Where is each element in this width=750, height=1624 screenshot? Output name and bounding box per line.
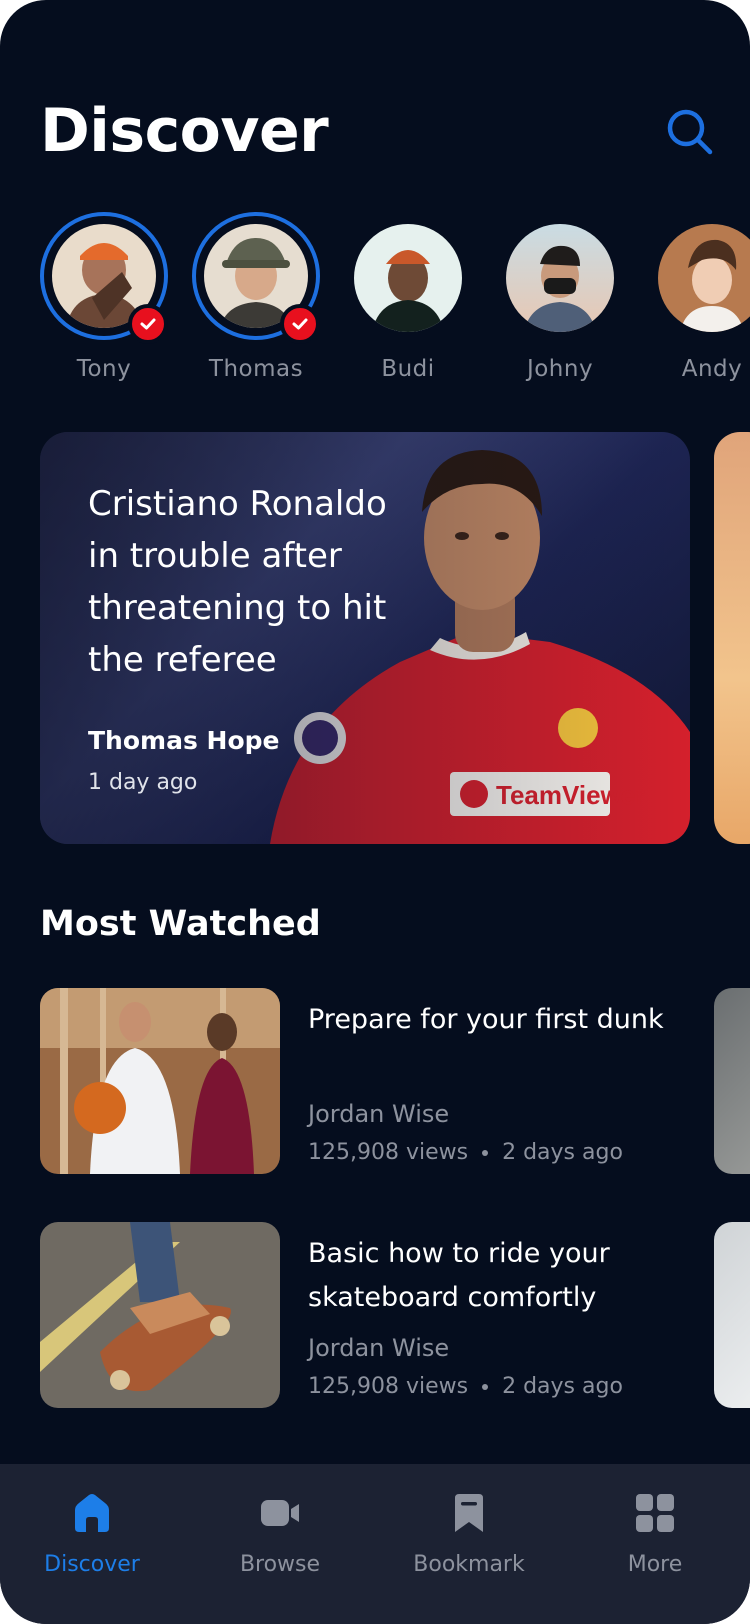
next-video-card[interactable] [714,988,750,1174]
check-icon [140,318,156,330]
bottom-nav: Discover Browse Bookmark More [0,1464,750,1624]
featured-author: Thomas Hope [88,726,280,755]
app-screen: Discover Tony Thomas Budi Johny Andy Cri… [0,0,750,1624]
home-icon [75,1494,109,1532]
story-thomas[interactable]: Thomas [192,210,322,390]
video-author: Jordan Wise [308,1100,450,1128]
featured-article-card[interactable]: TeamViewer Cristiano Ronaldo in trouble … [40,432,690,844]
video-meta: 125,908 views 2 days ago [308,1140,623,1165]
nav-bookmark[interactable]: Bookmark [379,1464,559,1624]
video-thumbnail [40,988,280,1174]
bookmark-icon [455,1494,483,1532]
featured-time: 1 day ago [88,770,198,795]
story-name: Tony [76,356,132,382]
story-name: Andy [681,356,743,382]
nav-label: Discover [44,1552,140,1577]
video-time: 2 days ago [502,1140,623,1165]
video-views: 125,908 views [308,1140,469,1165]
video-time: 2 days ago [502,1374,623,1399]
nav-more[interactable]: More [565,1464,745,1624]
nav-browse[interactable]: Browse [190,1464,370,1624]
page-title: Discover [40,96,329,166]
search-icon [667,109,713,155]
avatar [506,224,614,332]
next-video-card[interactable] [714,1222,750,1408]
section-title-most-watched: Most Watched [40,904,321,944]
story-budi[interactable]: Budi [344,210,474,390]
video-title: Basic how to ride your skateboard comfor… [308,1238,610,1313]
video-item[interactable]: Basic how to ride your skateboard comfor… [40,1222,720,1408]
next-featured-card[interactable] [714,432,750,844]
story-andy[interactable]: Andy [648,210,750,390]
story-name: Budi [381,356,435,382]
story-name: Thomas [208,356,304,382]
separator-dot [482,1150,489,1156]
nav-label: Bookmark [413,1552,525,1577]
video-author: Jordan Wise [308,1334,450,1362]
separator-dot [482,1384,489,1390]
video-camera-icon [261,1500,299,1526]
grid-icon [636,1494,674,1532]
verified-badge [128,304,168,344]
video-views: 125,908 views [308,1374,469,1399]
story-tony[interactable]: Tony [40,210,170,390]
nav-discover[interactable]: Discover [2,1464,182,1624]
nav-label: Browse [239,1552,321,1577]
nav-label: More [627,1552,683,1577]
avatar [354,224,462,332]
story-name: Johny [526,356,594,382]
verified-badge [280,304,320,344]
featured-headline: Cristiano Ronaldo in trouble after threa… [88,484,387,680]
video-meta: 125,908 views 2 days ago [308,1374,623,1399]
video-thumbnail [40,1222,280,1408]
search-button[interactable] [662,104,718,160]
story-johny[interactable]: Johny [496,210,626,390]
avatar [658,224,750,332]
video-item[interactable]: Prepare for your first dunk Jordan Wise … [40,988,720,1174]
check-icon [292,318,308,330]
video-title: Prepare for your first dunk [308,1004,664,1035]
